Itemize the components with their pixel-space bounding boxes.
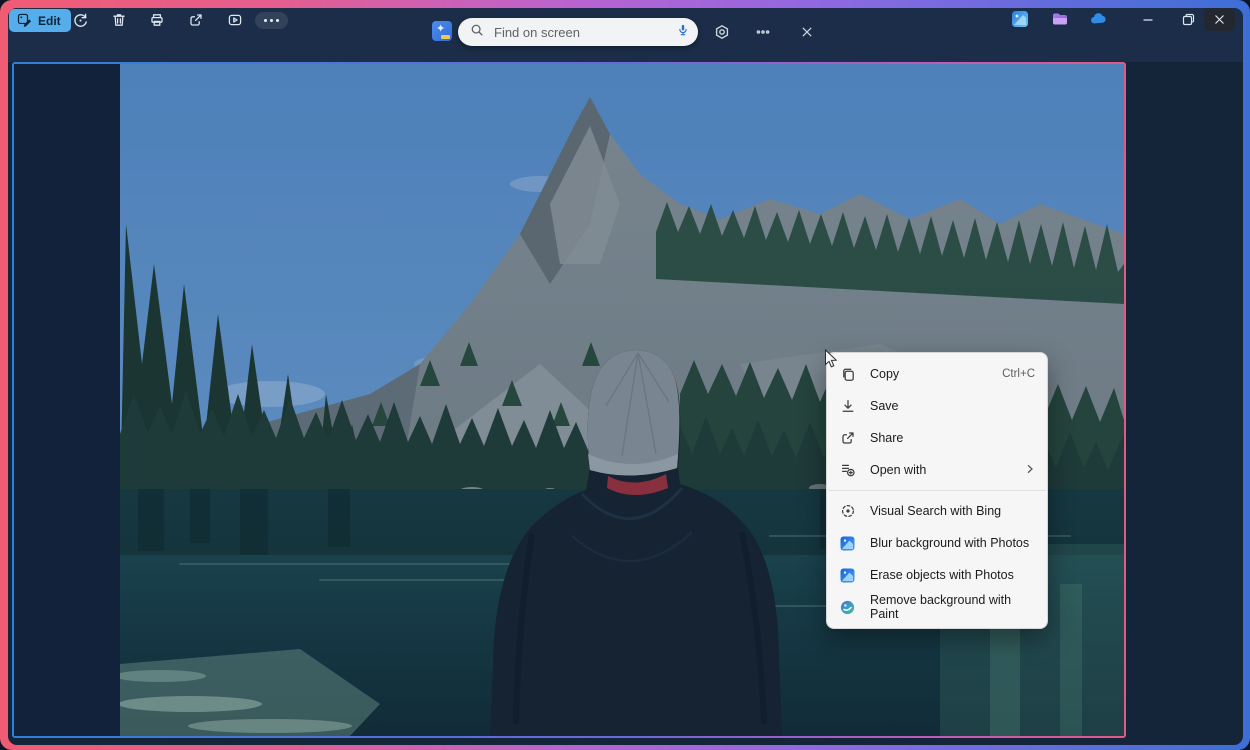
search-icon [470,23,484,42]
close-icon[interactable] [799,24,815,40]
edit-image-icon [17,12,32,30]
close-icon[interactable] [1204,8,1235,31]
click-to-do-gradient-frame: Edit ✦ [0,0,1250,750]
menu-item-open-with[interactable]: Open with [827,454,1047,486]
menu-item-erase-objects[interactable]: Erase objects with Photos [827,559,1047,591]
minimize-icon[interactable] [1134,8,1162,31]
microphone-icon[interactable] [676,23,690,42]
photos-app-icon [839,535,856,552]
print-icon[interactable] [146,10,168,30]
photos-app-icon[interactable] [1011,10,1029,28]
menu-item-copy[interactable]: Copy Ctrl+C [827,358,1047,390]
share-icon[interactable] [185,10,207,30]
slideshow-icon[interactable] [224,10,246,30]
more-options-icon[interactable] [755,24,771,40]
menu-item-visual-search[interactable]: Visual Search with Bing [827,495,1047,527]
copilot-icon[interactable] [714,24,730,40]
gallery-app-icon[interactable] [1051,10,1069,28]
visual-search-icon [839,503,856,520]
menu-item-blur-background[interactable]: Blur background with Photos [827,527,1047,559]
edit-button[interactable]: Edit [9,9,71,32]
more-options-icon[interactable] [255,12,288,29]
find-on-screen-bar[interactable] [458,18,698,46]
menu-item-remove-background[interactable]: Remove background with Paint [827,591,1047,623]
menu-item-share[interactable]: Share [827,422,1047,454]
search-input[interactable] [492,24,676,41]
share-icon [839,430,856,447]
mouse-cursor [824,349,839,375]
click-to-do-icon: ✦ [432,21,452,41]
restore-icon[interactable] [1174,8,1202,31]
paint-app-icon [839,599,856,616]
menu-item-save[interactable]: Save [827,390,1047,422]
open-with-icon [839,462,856,479]
rotate-icon[interactable] [69,10,91,30]
copy-icon [839,366,856,383]
context-menu: Copy Ctrl+C Save Share Open with Visual … [826,352,1048,629]
save-icon [839,398,856,415]
edit-button-label: Edit [38,14,61,28]
submenu-chevron-icon [1025,463,1035,477]
menu-separator [828,490,1046,491]
photos-app-icon [839,567,856,584]
screen-content: Edit ✦ [8,8,1243,745]
onedrive-icon[interactable] [1089,10,1107,28]
shortcut-label: Ctrl+C [1002,368,1035,380]
delete-icon[interactable] [108,10,130,30]
